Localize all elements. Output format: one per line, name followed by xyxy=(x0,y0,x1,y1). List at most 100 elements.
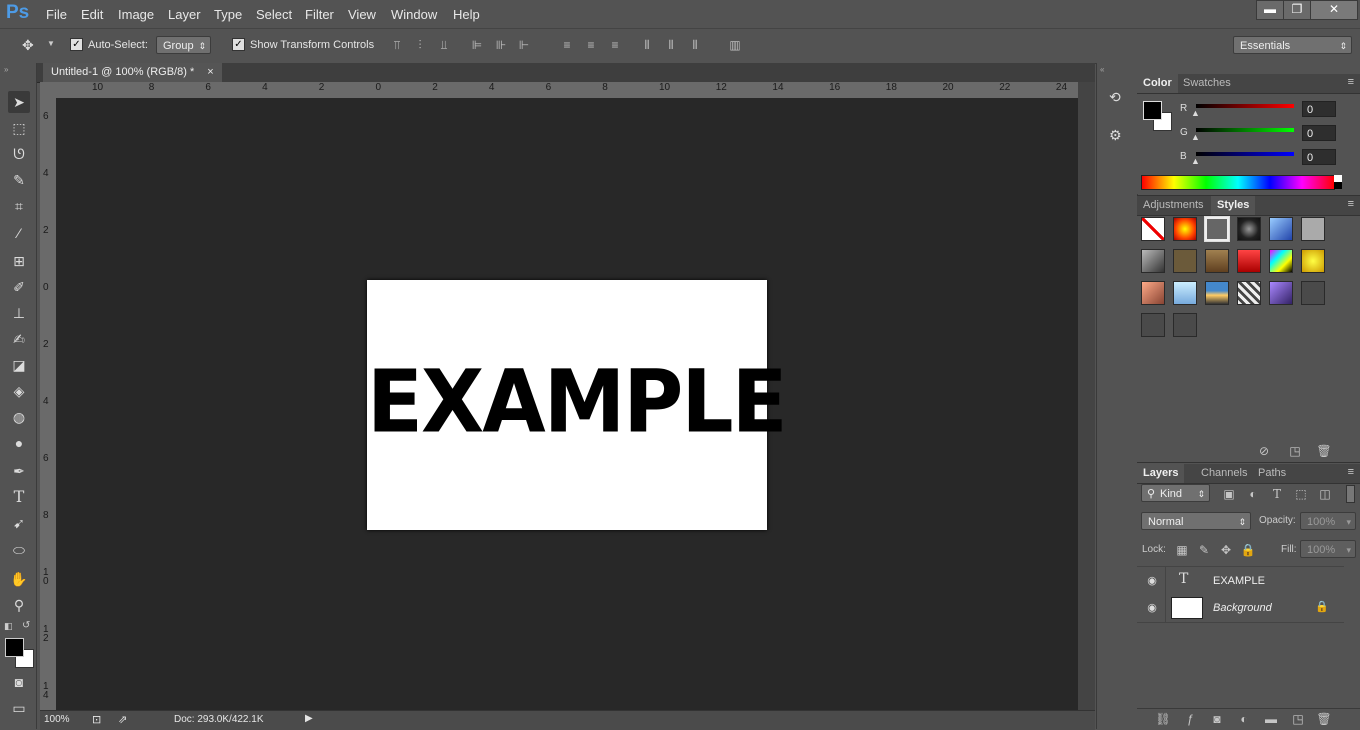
blur-tool-icon[interactable]: ◍ xyxy=(8,406,30,428)
clear-style-icon[interactable]: ⊘ xyxy=(1256,443,1272,459)
style-swatch[interactable] xyxy=(1173,249,1197,273)
style-swatch[interactable] xyxy=(1173,313,1197,337)
lock-pixels-icon[interactable]: ✎ xyxy=(1196,542,1212,558)
paint-bucket-tool-icon[interactable]: ◈ xyxy=(8,380,30,402)
lasso-tool-icon[interactable]: ᘎ xyxy=(8,143,30,165)
layer-filter-dropdown[interactable]: ⚲ Kind ⇕ xyxy=(1141,484,1210,502)
channel-r-value[interactable]: 0 xyxy=(1302,101,1336,117)
close-tab-icon[interactable]: × xyxy=(207,66,213,78)
slider-thumb-icon[interactable]: ▲ xyxy=(1191,108,1200,118)
workspace-dropdown[interactable]: Essentials ⇕ xyxy=(1233,36,1352,54)
ellipse-tool-icon[interactable]: ⬭ xyxy=(8,539,30,561)
new-layer-icon[interactable]: ◳ xyxy=(1290,711,1306,727)
style-swatch[interactable] xyxy=(1141,313,1165,337)
lock-all-icon[interactable]: 🔒 xyxy=(1240,542,1256,558)
style-swatch[interactable] xyxy=(1237,217,1261,241)
filter-adjustment-icon[interactable]: ◐ xyxy=(1245,486,1261,502)
marquee-tool-icon[interactable]: ⬚ xyxy=(8,117,30,139)
distribute-right-icon[interactable]: ⦀ xyxy=(688,38,702,52)
canvas-text-example[interactable]: EXAMPLE xyxy=(367,355,788,451)
color-spectrum-bar[interactable] xyxy=(1141,175,1335,190)
channel-r-slider[interactable] xyxy=(1196,104,1294,108)
foreground-color-swatch[interactable] xyxy=(1143,101,1162,120)
channel-g-slider[interactable] xyxy=(1196,128,1294,132)
status-share-icon[interactable]: ⇗ xyxy=(118,713,127,726)
layer-row-example[interactable]: ◉ T EXAMPLE xyxy=(1137,566,1344,596)
show-transform-checkbox[interactable]: ✓ xyxy=(232,38,245,51)
eye-icon[interactable]: ◉ xyxy=(1145,601,1159,615)
eye-icon[interactable]: ◉ xyxy=(1145,574,1159,588)
spectrum-white-swatch[interactable] xyxy=(1334,175,1342,182)
channel-g-value[interactable]: 0 xyxy=(1302,125,1336,141)
ruler-origin[interactable] xyxy=(40,82,56,98)
tab-layers[interactable]: Layers xyxy=(1137,464,1185,483)
style-swatch[interactable] xyxy=(1269,249,1293,273)
menu-image[interactable]: Image xyxy=(118,7,154,22)
properties-panel-icon[interactable]: ⚙ xyxy=(1109,127,1122,144)
new-group-icon[interactable]: ▬ xyxy=(1263,711,1279,727)
brush-tool-icon[interactable]: ✐ xyxy=(8,276,30,298)
document-tab[interactable]: Untitled-1 @ 100% (RGB/8) * × xyxy=(43,63,222,82)
filter-shape-icon[interactable]: ⬚ xyxy=(1293,486,1309,502)
style-swatch[interactable] xyxy=(1301,281,1325,305)
align-right-icon[interactable]: ⊩ xyxy=(517,38,531,52)
lock-position-icon[interactable]: ✥ xyxy=(1218,542,1234,558)
document-canvas[interactable]: EXAMPLE xyxy=(367,280,788,530)
dodge-tool-icon[interactable]: ● xyxy=(8,432,30,454)
tab-adjustments[interactable]: Adjustments xyxy=(1137,196,1210,215)
filter-smart-object-icon[interactable]: ◫ xyxy=(1317,486,1333,502)
opacity-input[interactable]: 100% ▾ xyxy=(1300,512,1356,530)
pen-tool-icon[interactable]: ✒ xyxy=(8,460,30,482)
menu-view[interactable]: View xyxy=(348,7,376,22)
delete-layer-icon[interactable]: 🗑 xyxy=(1316,711,1332,727)
zoom-level[interactable]: 100% xyxy=(44,714,70,725)
zoom-tool-icon[interactable]: ⚲ xyxy=(8,594,30,616)
link-layers-icon[interactable]: ⛓ xyxy=(1155,711,1171,727)
menu-type[interactable]: Type xyxy=(214,7,242,22)
quick-selection-tool-icon[interactable]: ✎ xyxy=(8,169,30,191)
layer-name-example[interactable]: EXAMPLE xyxy=(1213,575,1265,587)
vertical-scrollbar[interactable] xyxy=(1078,82,1095,710)
style-swatch[interactable] xyxy=(1269,281,1293,305)
style-swatch[interactable] xyxy=(1141,249,1165,273)
filter-pixel-icon[interactable]: ▣ xyxy=(1221,486,1237,502)
adjustment-layer-icon[interactable]: ◐ xyxy=(1236,711,1252,727)
tab-channels[interactable]: Channels xyxy=(1195,464,1253,483)
quick-mask-icon[interactable]: ◙ xyxy=(8,671,30,693)
blend-mode-dropdown[interactable]: Normal ⇕ xyxy=(1141,512,1251,530)
menu-layer[interactable]: Layer xyxy=(168,7,201,22)
vertical-ruler[interactable]: 6 4 2 0 2 4 6 8 1 0 1 2 1 4 xyxy=(40,98,57,710)
tab-color[interactable]: Color xyxy=(1137,74,1178,93)
tab-swatches[interactable]: Swatches xyxy=(1177,74,1237,93)
style-swatch[interactable] xyxy=(1205,249,1229,273)
history-brush-tool-icon[interactable]: ✍ xyxy=(8,328,30,350)
style-swatch-selected[interactable] xyxy=(1205,217,1229,241)
menu-filter[interactable]: Filter xyxy=(305,7,334,22)
menu-edit[interactable]: Edit xyxy=(81,7,103,22)
style-swatch[interactable] xyxy=(1237,281,1261,305)
hand-tool-icon[interactable]: ✋ xyxy=(8,568,30,590)
layer-name-background[interactable]: Background xyxy=(1213,602,1272,614)
eraser-tool-icon[interactable]: ◪ xyxy=(8,354,30,376)
style-swatch[interactable] xyxy=(1173,217,1197,241)
path-selection-tool-icon[interactable]: ➹ xyxy=(8,512,30,534)
lock-transparency-icon[interactable]: ▦ xyxy=(1174,542,1190,558)
channel-b-slider[interactable] xyxy=(1196,152,1294,156)
restore-button[interactable]: ❐ xyxy=(1283,0,1311,20)
auto-align-icon[interactable]: ▥ xyxy=(728,38,742,52)
fill-input[interactable]: 100% ▾ xyxy=(1300,540,1356,558)
filter-toggle[interactable] xyxy=(1346,485,1355,503)
new-style-icon[interactable]: ◳ xyxy=(1287,443,1303,459)
menu-window[interactable]: Window xyxy=(391,7,437,22)
move-tool-preset-icon[interactable]: ✥ xyxy=(22,36,44,54)
layer-row-background[interactable]: ◉ Background 🔒 xyxy=(1137,594,1344,623)
distribute-hcenter-icon[interactable]: ⦀ xyxy=(664,38,678,52)
style-swatch[interactable] xyxy=(1269,217,1293,241)
panel-menu-icon[interactable]: ≡ xyxy=(1348,76,1354,88)
style-swatch[interactable] xyxy=(1205,281,1229,305)
distribute-vcenter-icon[interactable]: ≡ xyxy=(584,38,598,52)
healing-brush-tool-icon[interactable]: ⊞ xyxy=(8,250,30,272)
menu-select[interactable]: Select xyxy=(256,7,292,22)
style-swatch[interactable] xyxy=(1173,281,1197,305)
collapse-arrows-icon[interactable]: » xyxy=(4,65,8,74)
